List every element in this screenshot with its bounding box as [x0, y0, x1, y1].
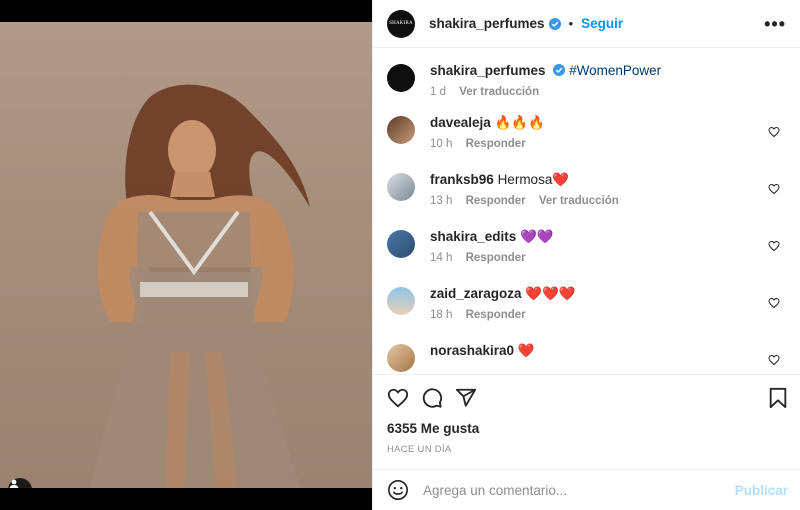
comment-avatar[interactable] — [387, 173, 415, 201]
user-icon — [9, 479, 19, 488]
verified-badge-icon — [548, 17, 561, 30]
comment-row: davealeja 🔥🔥🔥 10 h Responder — [387, 114, 786, 171]
comments-list[interactable]: shakira_perfumes #WomenPower 1 d Ver tra… — [373, 48, 800, 374]
comment-row: zaid_zaragoza ❤️❤️❤️ 18 h Responder — [387, 285, 786, 342]
caption-hashtag[interactable]: #WomenPower — [569, 63, 661, 78]
like-comment-heart-icon[interactable] — [768, 183, 780, 195]
comment-row: norashakira0 ❤️ — [387, 342, 786, 374]
like-heart-icon[interactable] — [387, 387, 409, 409]
post-caption: shakira_perfumes #WomenPower 1 d Ver tra… — [387, 62, 786, 114]
comment-translate-link[interactable]: Ver traducción — [539, 195, 619, 207]
comment-time: 13 h — [430, 195, 453, 207]
comment-text: 🔥🔥🔥 — [494, 115, 545, 130]
like-comment-heart-icon[interactable] — [768, 126, 780, 138]
share-send-icon[interactable] — [455, 387, 477, 409]
comment-time: 14 h — [430, 252, 453, 264]
post-media — [0, 0, 372, 510]
like-comment-heart-icon[interactable] — [768, 240, 780, 252]
comment-avatar[interactable] — [387, 287, 415, 315]
post-timestamp: HACE UN DÍA — [387, 444, 452, 455]
comment-username[interactable]: franksb96 — [430, 172, 494, 187]
reply-button[interactable]: Responder — [466, 252, 526, 264]
comment-text: ❤️❤️❤️ — [525, 286, 576, 301]
comment-bubble-icon[interactable] — [421, 387, 443, 409]
comment-time: 18 h — [430, 309, 453, 321]
comment-avatar[interactable] — [387, 116, 415, 144]
reply-button[interactable]: Responder — [466, 195, 526, 207]
like-count[interactable]: 6355 Me gusta — [387, 421, 788, 436]
comment-avatar[interactable] — [387, 230, 415, 258]
photo-illustration — [90, 84, 310, 488]
comment-text: 💜💜 — [520, 229, 554, 244]
reply-button[interactable]: Responder — [466, 309, 526, 321]
caption-translate-link[interactable]: Ver traducción — [459, 86, 539, 98]
comment-username[interactable]: davealeja — [430, 115, 491, 130]
like-comment-heart-icon[interactable] — [768, 354, 780, 366]
more-options-button[interactable]: ••• — [764, 15, 786, 33]
logo-text: SHAKIRA — [389, 21, 413, 26]
comment-username[interactable]: zaid_zaragoza — [430, 286, 522, 301]
comment-username[interactable]: shakira_edits — [430, 229, 516, 244]
header-separator: • — [568, 16, 574, 31]
comment-text: ❤️ — [517, 343, 535, 358]
save-bookmark-icon[interactable] — [768, 387, 788, 409]
comment-input[interactable]: Agrega un comentario... — [423, 483, 735, 498]
post-actions: 6355 Me gusta HACE UN DÍA — [373, 374, 800, 455]
emoji-smiley-icon[interactable] — [387, 479, 409, 501]
comment-avatar[interactable] — [387, 344, 415, 372]
post-header: SHAKIRA shakira_perfumes • Seguir ••• — [373, 0, 800, 48]
comment-row: shakira_edits 💜💜 14 h Responder — [387, 228, 786, 285]
author-avatar[interactable]: SHAKIRA — [387, 9, 415, 38]
add-comment-bar: Agrega un comentario... Publicar — [373, 469, 800, 510]
caption-username[interactable]: shakira_perfumes — [430, 63, 546, 78]
comment-username[interactable]: norashakira0 — [430, 343, 514, 358]
follow-button[interactable]: Seguir — [581, 16, 623, 31]
post-sidebar: SHAKIRA shakira_perfumes • Seguir ••• sh… — [372, 0, 800, 510]
like-comment-heart-icon[interactable] — [768, 297, 780, 309]
caption-time: 1 d — [430, 86, 446, 98]
comment-time: 10 h — [430, 138, 453, 150]
verified-badge-icon — [553, 64, 566, 76]
post-photo[interactable] — [0, 22, 372, 488]
comment-text: Hermosa❤️ — [497, 172, 570, 187]
author-username[interactable]: shakira_perfumes — [429, 16, 545, 31]
reply-button[interactable]: Responder — [466, 138, 526, 150]
publish-button[interactable]: Publicar — [735, 483, 788, 498]
comment-row: franksb96 Hermosa❤️ 13 h Responder Ver t… — [387, 171, 786, 228]
caption-avatar[interactable] — [387, 64, 415, 92]
